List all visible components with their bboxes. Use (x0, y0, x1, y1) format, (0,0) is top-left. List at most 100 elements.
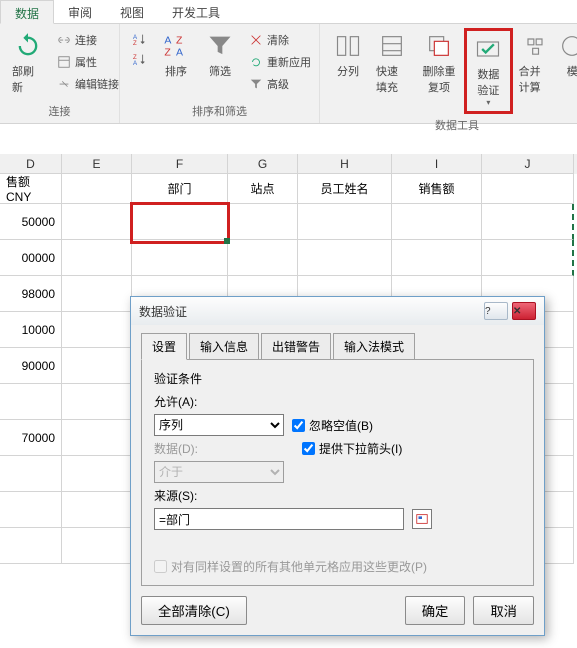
cell[interactable] (62, 204, 132, 240)
cell[interactable] (0, 384, 62, 420)
ok-button[interactable]: 确定 (405, 596, 466, 625)
active-cell[interactable] (132, 204, 228, 240)
svg-text:A: A (133, 60, 138, 66)
refresh-all-button[interactable]: 部刷新 (6, 28, 50, 99)
group-label-sortfilter: 排序和筛选 (126, 100, 313, 119)
cell[interactable]: 98000 (0, 276, 62, 312)
range-picker-button[interactable] (412, 509, 432, 529)
cell[interactable] (62, 276, 132, 312)
sort-icon: AZZA (162, 32, 190, 60)
consolidate-button[interactable]: 合并计算 (513, 28, 557, 99)
cell[interactable]: 员工姓名 (298, 174, 392, 204)
close-icon: ✕ (513, 306, 535, 317)
clear-filter-button[interactable]: 清除 (246, 30, 314, 50)
col-H[interactable]: H (298, 154, 392, 174)
data-select: 介于 (154, 461, 284, 483)
chevron-down-icon: ▾ (486, 98, 490, 107)
cell[interactable]: 部门 (132, 174, 228, 204)
cell[interactable] (482, 174, 574, 204)
tab-developer[interactable]: 开发工具 (158, 0, 234, 23)
col-I[interactable]: I (392, 154, 482, 174)
cell[interactable] (392, 204, 482, 240)
filter-icon (206, 32, 234, 60)
col-D[interactable]: D (0, 154, 62, 174)
sort-asc-button[interactable]: AZ (130, 30, 150, 48)
validation-icon (474, 35, 502, 63)
data-label: 数据(D): (154, 440, 214, 457)
cell[interactable] (392, 240, 482, 276)
cell[interactable]: 站点 (228, 174, 298, 204)
dlg-tab-error[interactable]: 出错警告 (261, 333, 331, 359)
cell[interactable] (62, 384, 132, 420)
col-F[interactable]: F (132, 154, 228, 174)
cell[interactable] (62, 240, 132, 276)
cell[interactable]: 00000 (0, 240, 62, 276)
flash-fill-button[interactable]: 快速填充 (370, 28, 414, 99)
dedup-label: 删除重复项 (420, 63, 458, 95)
whatif-button[interactable]: 模 (557, 28, 577, 83)
cell[interactable] (62, 456, 132, 492)
cell[interactable] (62, 528, 132, 564)
refresh-icon (14, 32, 42, 60)
data-validation-button[interactable]: 数据验证 ▾ (464, 28, 512, 114)
cell[interactable] (62, 492, 132, 528)
dedup-icon (425, 32, 453, 60)
connections-button[interactable]: 连接 (54, 30, 122, 50)
cell[interactable] (132, 240, 228, 276)
filter-button[interactable]: 筛选 (198, 28, 242, 83)
text-to-columns-button[interactable]: 分列 (326, 28, 370, 83)
link-icon (57, 33, 71, 47)
cell[interactable] (298, 240, 392, 276)
col-J[interactable]: J (482, 154, 574, 174)
sort-button[interactable]: AZZA 排序 (154, 28, 198, 83)
cell[interactable]: 90000 (0, 348, 62, 384)
reapply-icon (249, 55, 263, 69)
cancel-button[interactable]: 取消 (473, 596, 534, 625)
dialog-tabs: 设置 输入信息 出错警告 输入法模式 (131, 325, 544, 359)
cell[interactable]: 70000 (0, 420, 62, 456)
group-data-tools: 分列 快速填充 删除重复项 数据验证 ▾ 合并计算 模 (320, 24, 577, 123)
clear-all-button[interactable]: 全部清除(C) (141, 596, 247, 625)
dropdown-checkbox[interactable]: 提供下拉箭头(I) (302, 440, 402, 457)
cell[interactable] (62, 312, 132, 348)
cell[interactable] (62, 348, 132, 384)
tab-view[interactable]: 视图 (106, 0, 158, 23)
col-G[interactable]: G (228, 154, 298, 174)
advanced-button[interactable]: 高级 (246, 74, 314, 94)
tab-data[interactable]: 数据 (0, 0, 54, 24)
edit-links-button[interactable]: 编辑链接 (54, 74, 122, 94)
cell[interactable]: 销售额 (392, 174, 482, 204)
cell[interactable] (62, 174, 132, 204)
cell[interactable] (0, 492, 62, 528)
reapply-button[interactable]: 重新应用 (246, 52, 314, 72)
cell[interactable] (298, 204, 392, 240)
filter-label: 筛选 (209, 63, 231, 79)
cell[interactable]: 50000 (0, 204, 62, 240)
cell[interactable] (228, 204, 298, 240)
cell[interactable] (482, 204, 574, 240)
tab-review[interactable]: 审阅 (54, 0, 106, 23)
source-input[interactable] (154, 508, 404, 530)
help-button[interactable]: ? (484, 302, 508, 320)
col-E[interactable]: E (62, 154, 132, 174)
flash-icon (378, 32, 406, 60)
remove-duplicates-button[interactable]: 删除重复项 (414, 28, 464, 99)
cell[interactable] (0, 528, 62, 564)
help-icon: ? (485, 306, 507, 317)
cell[interactable]: 售额CNY (0, 174, 62, 204)
properties-button[interactable]: 属性 (54, 52, 122, 72)
cell[interactable] (228, 240, 298, 276)
cell[interactable] (0, 456, 62, 492)
cell[interactable]: 10000 (0, 312, 62, 348)
dlg-tab-input[interactable]: 输入信息 (189, 333, 259, 359)
consol-label: 合并计算 (519, 63, 551, 95)
cell[interactable] (62, 420, 132, 456)
dlg-tab-settings[interactable]: 设置 (141, 333, 187, 360)
sort-desc-button[interactable]: ZA (130, 50, 150, 68)
dlg-tab-ime[interactable]: 输入法模式 (333, 333, 415, 359)
cell[interactable] (482, 240, 574, 276)
dialog-titlebar[interactable]: 数据验证 ? ✕ (131, 297, 544, 325)
ignore-blank-checkbox[interactable]: 忽略空值(B) (292, 417, 373, 434)
close-button[interactable]: ✕ (512, 302, 536, 320)
allow-select[interactable]: 序列 (154, 414, 284, 436)
